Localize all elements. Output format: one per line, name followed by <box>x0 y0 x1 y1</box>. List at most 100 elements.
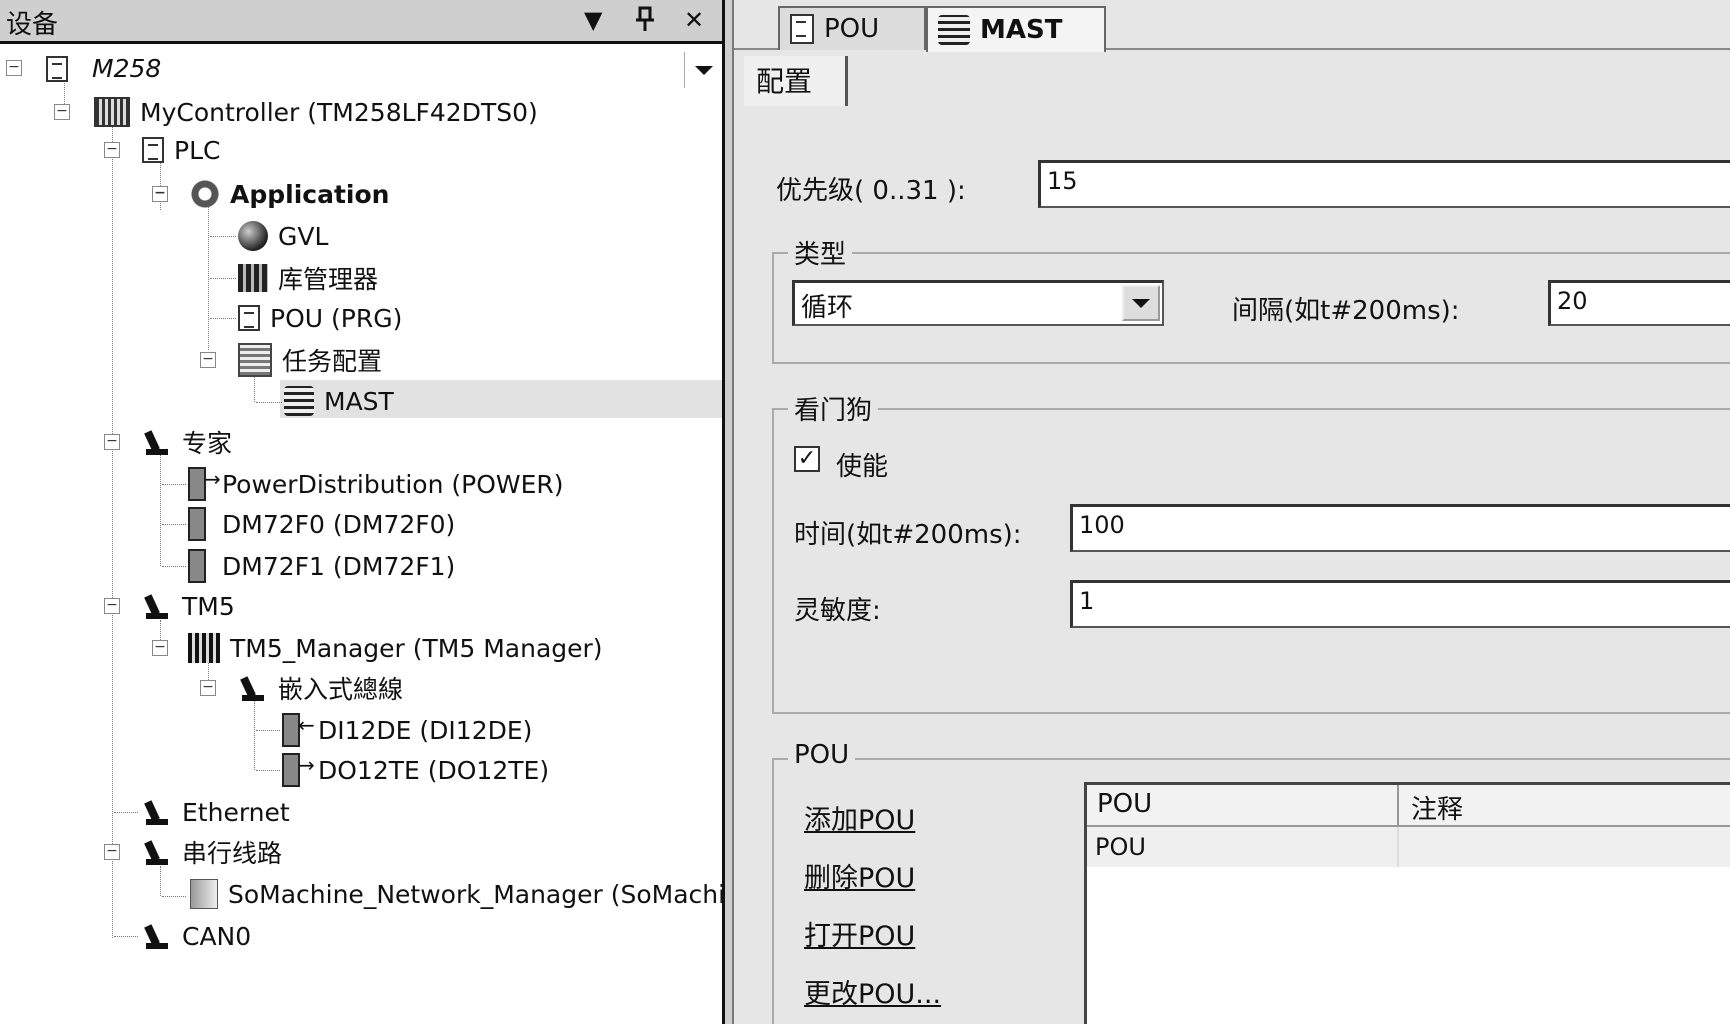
tree-item-pou-prg[interactable]: POU (PRG) <box>238 300 402 336</box>
tree-item-embedded-bus[interactable]: − 嵌入式總線 <box>200 670 403 706</box>
column-header-pou[interactable]: POU <box>1087 785 1399 825</box>
controller-icon <box>94 97 130 127</box>
watchdog-enable-checkbox[interactable]: ✓ <box>794 446 820 472</box>
bus-icon <box>142 591 172 621</box>
tree-item-power-distribution[interactable]: PowerDistribution (POWER) <box>188 466 564 502</box>
tree-item-plc[interactable]: − PLC <box>104 132 220 168</box>
watchdog-group: 看门狗 <box>772 390 1730 714</box>
output-module-icon <box>282 753 315 787</box>
tree-item-label: 嵌入式總線 <box>278 675 404 704</box>
collapse-toggle[interactable]: − <box>104 598 120 614</box>
pou-icon <box>790 14 814 44</box>
gear-icon <box>190 179 220 209</box>
priority-input[interactable]: 15 <box>1038 160 1730 208</box>
watchdog-sensitivity-input[interactable]: 1 <box>1070 580 1730 628</box>
collapse-toggle[interactable]: − <box>152 186 168 202</box>
tree-item-application[interactable]: − Application <box>152 176 389 212</box>
collapse-toggle[interactable]: − <box>6 60 22 76</box>
tab-mast[interactable]: MAST <box>926 6 1106 52</box>
type-select[interactable]: 循环 <box>792 280 1164 326</box>
collapse-toggle[interactable]: − <box>200 352 216 368</box>
tree-item-serial-line[interactable]: − 串行线路 <box>104 834 282 870</box>
tree-item-can0[interactable]: CAN0 <box>142 918 251 954</box>
bus-icon <box>142 837 172 867</box>
tree-item-label: MyController (TM258LF42DTS0) <box>140 97 538 127</box>
tab-configuration[interactable]: 配置 <box>744 56 848 106</box>
close-panel-icon[interactable]: ✕ <box>684 6 704 34</box>
add-pou-link[interactable]: 添加POU <box>804 798 915 837</box>
collapse-toggle[interactable]: − <box>104 142 120 158</box>
tree-item-tm5[interactable]: − TM5 <box>104 588 235 624</box>
task-config-icon <box>238 343 272 377</box>
devices-panel-title: 设备 <box>6 10 59 40</box>
column-header-comment[interactable]: 注释 <box>1401 785 1730 825</box>
task-icon <box>938 15 970 45</box>
module-icon <box>188 549 206 583</box>
watchdog-enable-label: 使能 <box>836 452 889 482</box>
tree-item-mast[interactable]: MAST <box>284 383 394 419</box>
watchdog-group-legend: 看门狗 <box>788 390 879 427</box>
document-tabs: POU MAST <box>734 0 1730 52</box>
tree-item-label: SoMachine_Network_Manager (SoMachine <box>228 879 757 909</box>
watchdog-time-label: 时间(如t#200ms): <box>794 520 1022 550</box>
tab-pou[interactable]: POU <box>778 6 926 50</box>
tree-item-label: 库管理器 <box>278 265 379 294</box>
panel-dropdown-icon[interactable]: ▼ <box>584 6 602 34</box>
pou-group-legend: POU <box>788 740 856 770</box>
devices-panel-header: 设备 ▼ ✕ <box>0 0 722 44</box>
tree-item-label: PLC <box>174 135 221 165</box>
module-icon <box>188 467 221 501</box>
chevron-down-icon[interactable] <box>1122 285 1160 321</box>
table-header: POU 注释 <box>1087 785 1730 827</box>
type-select-value: 循环 <box>801 293 854 323</box>
context-bar: − M258 <box>0 48 722 92</box>
priority-label: 优先级( 0..31 ): <box>776 176 966 206</box>
task-icon <box>284 386 314 416</box>
table-cell-comment <box>1401 827 1730 867</box>
tree-item-label: DM72F0 (DM72F0) <box>222 509 456 539</box>
context-dropdown-button[interactable] <box>684 52 723 88</box>
pou-table: POU 注释 POU <box>1084 782 1730 1024</box>
tree-item-label: TM5_Manager (TM5 Manager) <box>230 633 603 663</box>
tree-item-label: Application <box>230 179 390 209</box>
bus-icon <box>142 427 172 457</box>
table-row[interactable]: POU <box>1087 827 1730 867</box>
tree-item-expert[interactable]: − 专家 <box>104 424 232 460</box>
tree-item-tm5-manager[interactable]: − TM5_Manager (TM5 Manager) <box>152 630 603 666</box>
tree-item-label: POU (PRG) <box>270 303 403 333</box>
tree-item-gvl[interactable]: GVL <box>238 218 328 254</box>
tree-item-label: 串行线路 <box>182 839 283 868</box>
tree-item-dm72f1[interactable]: DM72F1 (DM72F1) <box>188 548 455 584</box>
tree-item-task-config[interactable]: − 任务配置 <box>200 342 382 378</box>
remove-pou-link[interactable]: 删除POU <box>804 856 915 895</box>
watchdog-time-input[interactable]: 100 <box>1070 504 1730 552</box>
pin-icon[interactable] <box>634 6 656 38</box>
tree-item-network-manager[interactable]: SoMachine_Network_Manager (SoMachine <box>190 876 756 912</box>
table-cell-pou: POU <box>1087 827 1399 867</box>
bus-icon <box>142 797 172 827</box>
collapse-toggle[interactable]: − <box>104 434 120 450</box>
collapse-toggle[interactable]: − <box>152 640 168 656</box>
tree-item-label: DI12DE (DI12DE) <box>318 715 533 745</box>
tree-item-di12de[interactable]: DI12DE (DI12DE) <box>282 712 532 748</box>
network-manager-icon <box>190 879 218 909</box>
collapse-toggle[interactable]: − <box>200 680 216 696</box>
change-pou-link[interactable]: 更改POU... <box>804 972 941 1011</box>
pane-splitter[interactable] <box>722 0 734 1024</box>
plc-icon <box>142 137 164 163</box>
tree-item-mycontroller[interactable]: − MyController (TM258LF42DTS0) <box>54 94 538 130</box>
tree-item-library-manager[interactable]: 库管理器 <box>238 260 378 296</box>
open-pou-link[interactable]: 打开POU <box>804 914 915 953</box>
interval-input[interactable]: 20 <box>1548 280 1730 326</box>
tree-item-do12te[interactable]: DO12TE (DO12TE) <box>282 752 549 788</box>
collapse-toggle[interactable]: − <box>54 104 70 120</box>
module-icon <box>188 507 206 541</box>
library-icon <box>238 264 268 292</box>
collapse-toggle[interactable]: − <box>104 844 120 860</box>
tree-item-ethernet[interactable]: Ethernet <box>142 794 290 830</box>
tree-item-label: PowerDistribution (POWER) <box>222 469 564 499</box>
tree-item-dm72f0[interactable]: DM72F0 (DM72F0) <box>188 506 455 542</box>
pou-icon <box>238 305 260 331</box>
tree-item-label: TM5 <box>182 591 235 621</box>
module-icon <box>188 633 220 663</box>
